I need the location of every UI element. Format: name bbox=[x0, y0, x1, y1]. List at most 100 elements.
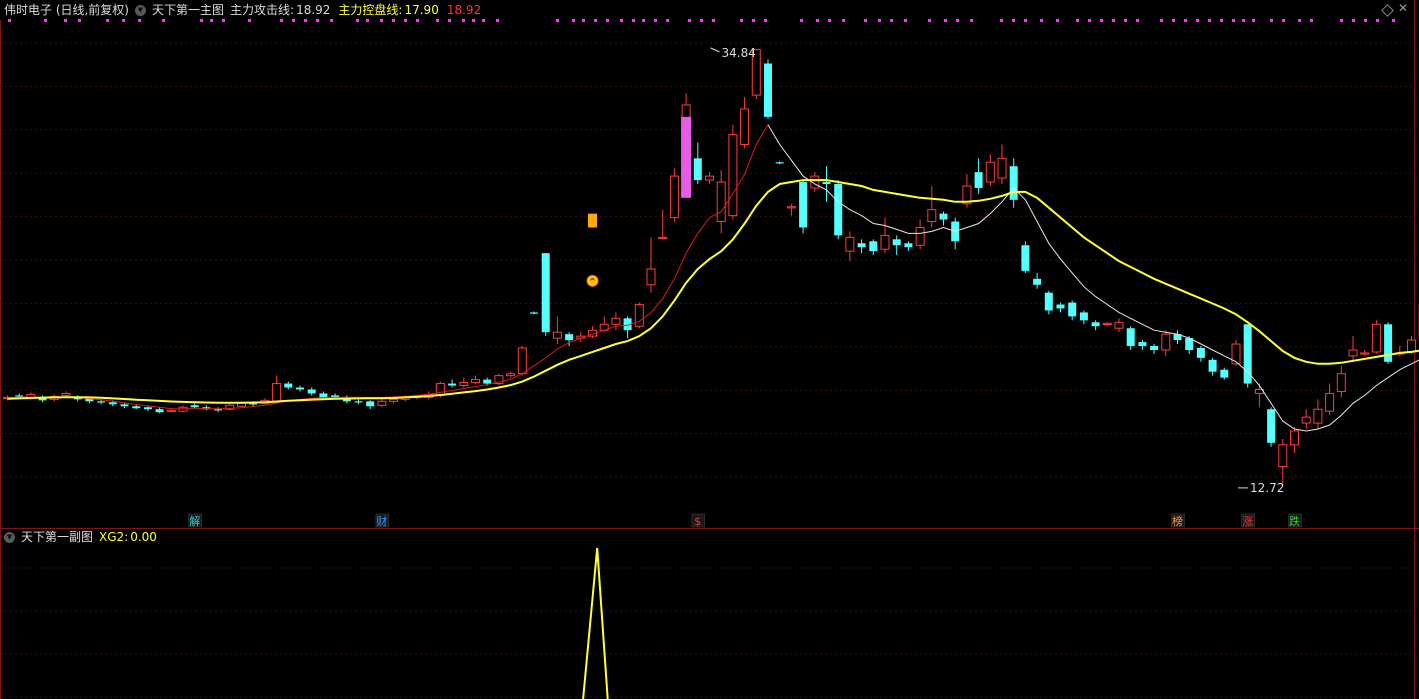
signal-dot bbox=[1242, 19, 1245, 22]
signal-dot bbox=[752, 19, 755, 22]
signal-dot bbox=[380, 19, 383, 22]
signal-dot bbox=[800, 19, 803, 22]
signal-dot bbox=[712, 19, 715, 22]
candle-body-up bbox=[646, 268, 656, 286]
signal-dot bbox=[292, 19, 295, 22]
candle-body-up bbox=[740, 108, 750, 145]
candle-body-down bbox=[904, 243, 913, 248]
signal-dot bbox=[740, 19, 743, 22]
candle-body-up bbox=[880, 234, 890, 250]
candle-body-down bbox=[530, 312, 538, 314]
candle-body-up bbox=[1407, 339, 1416, 353]
special-candle-gold bbox=[588, 213, 597, 228]
signal-dot bbox=[44, 19, 47, 22]
signal-dot bbox=[356, 19, 359, 22]
signal-dot bbox=[1310, 19, 1313, 22]
signal-dot bbox=[606, 19, 609, 22]
signal-dot bbox=[1340, 19, 1343, 22]
signal-dot bbox=[1392, 19, 1395, 22]
candle-body-up bbox=[459, 382, 469, 387]
candle-body-up bbox=[471, 379, 480, 384]
candle-body-up bbox=[61, 392, 71, 396]
candle-body-down bbox=[366, 401, 375, 407]
candle-body-up bbox=[377, 400, 387, 406]
candle-body-up bbox=[1348, 349, 1358, 357]
signal-dot bbox=[1208, 19, 1211, 22]
candle-body-up bbox=[997, 157, 1007, 179]
signal-dot bbox=[436, 19, 439, 22]
signal-marker-label: $ bbox=[694, 515, 701, 528]
stock-chart-window: 伟时电子 (日线,前复权) ▼ 天下第一主图 主力攻击线: 18.92 主力控盘… bbox=[0, 0, 1419, 699]
candle-body-down bbox=[822, 182, 831, 185]
candle-body-down bbox=[1138, 342, 1147, 347]
candle-body-up bbox=[705, 175, 714, 181]
candle-body-up bbox=[1336, 373, 1346, 392]
signal-dot bbox=[496, 19, 499, 22]
high-label: 34.84 bbox=[722, 46, 756, 60]
candle-body-down bbox=[1056, 304, 1065, 309]
signal-dot bbox=[556, 19, 559, 22]
candle-body-down bbox=[155, 409, 164, 413]
signal-dot bbox=[1112, 19, 1115, 22]
buy-signal-glyph: ^ bbox=[589, 277, 597, 287]
signal-dot bbox=[1024, 19, 1027, 22]
candle-body-down bbox=[296, 387, 304, 390]
candle-body-up bbox=[669, 175, 679, 219]
signal-dot bbox=[64, 19, 67, 22]
signal-dot bbox=[1282, 19, 1285, 22]
signal-dot bbox=[816, 19, 819, 22]
candle-body-up bbox=[1325, 392, 1335, 412]
signal-dot bbox=[700, 19, 703, 22]
signal-dot bbox=[970, 19, 973, 22]
chart-frame bbox=[0, 0, 1419, 699]
candle-body-down bbox=[1079, 312, 1088, 321]
candle-body-down bbox=[15, 395, 24, 397]
candlestick-series bbox=[3, 48, 1419, 486]
candle-body-down bbox=[1196, 347, 1205, 358]
sub-chart-series bbox=[582, 547, 609, 699]
chart-canvas[interactable]: ^ 34.84 12.72 解 财 $ 榜 涨 跌 bbox=[0, 0, 1419, 699]
signal-dot bbox=[366, 19, 369, 22]
signal-dot bbox=[890, 19, 893, 22]
candle-body-down bbox=[1150, 346, 1159, 350]
candle-body-up bbox=[716, 181, 726, 223]
candle-body-up bbox=[1313, 408, 1323, 424]
signal-dot bbox=[1376, 19, 1379, 22]
signal-dot bbox=[1298, 19, 1301, 22]
signal-dot bbox=[642, 19, 645, 22]
signal-dot bbox=[1160, 19, 1163, 22]
attack-line-red bbox=[7, 124, 769, 410]
signal-dot bbox=[688, 19, 691, 22]
candle-body-up bbox=[728, 134, 738, 217]
candle-body-up bbox=[1114, 321, 1124, 329]
candle-body-down bbox=[132, 406, 141, 409]
candle-body-down bbox=[97, 401, 106, 403]
signal-dot bbox=[1136, 19, 1139, 22]
candle-body-down bbox=[214, 409, 223, 411]
candle-body-up bbox=[506, 373, 516, 377]
signal-dot bbox=[944, 19, 947, 22]
candle-body-down bbox=[939, 213, 948, 220]
signal-dot bbox=[620, 19, 623, 22]
top-dot-signals bbox=[8, 19, 1395, 22]
signal-dot bbox=[572, 19, 575, 22]
signal-dot bbox=[462, 19, 465, 22]
signal-dot bbox=[248, 19, 251, 22]
candle-body-down bbox=[1220, 369, 1229, 378]
signal-dot bbox=[280, 19, 283, 22]
signal-dot bbox=[1352, 19, 1355, 22]
candle-body-down bbox=[120, 404, 129, 407]
signal-dot bbox=[304, 19, 307, 22]
signal-marker-label: 涨 bbox=[1242, 515, 1253, 528]
candle-body-up bbox=[517, 347, 527, 375]
signal-dot bbox=[928, 19, 931, 22]
signal-dot bbox=[1220, 19, 1223, 22]
signal-dot bbox=[828, 19, 831, 22]
candle-body-up bbox=[272, 383, 282, 402]
candle-body-down bbox=[1267, 409, 1276, 443]
candle-body-down bbox=[974, 172, 983, 188]
candle-body-up bbox=[611, 317, 621, 325]
signal-marker-label: 跌 bbox=[1289, 514, 1300, 528]
signal-dot bbox=[448, 19, 451, 22]
candle-body-down bbox=[319, 393, 328, 398]
